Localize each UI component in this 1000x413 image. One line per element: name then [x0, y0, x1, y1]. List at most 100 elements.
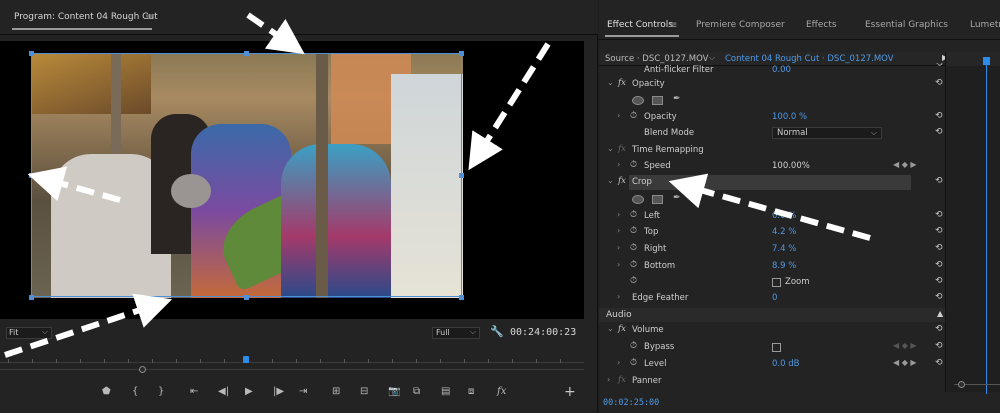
resize-handle[interactable] [459, 173, 464, 178]
resize-handle[interactable] [29, 295, 34, 300]
chevron-right-icon[interactable]: › [617, 111, 620, 120]
reset-icon[interactable]: ⟲ [935, 276, 943, 286]
tab-effect-controls[interactable]: Effect Controls [607, 20, 673, 30]
video-viewer[interactable] [0, 41, 584, 319]
reset-icon[interactable]: ⟲ [935, 176, 943, 186]
reset-icon[interactable]: ⟲ [935, 358, 943, 368]
zoom-scroll-handle[interactable] [958, 381, 965, 388]
reset-icon[interactable]: ⟲ [935, 78, 943, 88]
chevron-right-icon[interactable]: › [617, 226, 620, 235]
resize-handle[interactable] [459, 295, 464, 300]
pen-mask-icon[interactable]: ✒ [673, 193, 681, 203]
stopwatch-icon[interactable]: ⏱ [630, 358, 637, 368]
mark-out-button[interactable]: } [158, 386, 164, 397]
stopwatch-icon[interactable]: ⏱ [630, 260, 637, 270]
tab-effects[interactable]: Effects [806, 20, 837, 30]
opacity-value[interactable]: 100.0 % [772, 112, 807, 122]
stopwatch-icon[interactable]: ⏱ [630, 111, 637, 121]
program-time-ruler[interactable] [0, 356, 584, 373]
reset-icon[interactable]: ⟲ [935, 63, 943, 69]
crop-right-value[interactable]: 7.4 % [772, 244, 796, 254]
rect-mask-icon[interactable] [652, 195, 663, 204]
rect-mask-icon[interactable] [652, 96, 663, 105]
go-to-in-button[interactable]: ⇤ [190, 386, 198, 397]
chevron-down-icon[interactable]: ⌵ [709, 53, 715, 63]
fx-icon[interactable]: fx [618, 176, 626, 186]
program-timecode[interactable]: 00:24:00:23 [510, 327, 576, 338]
tab-essential-graphics[interactable]: Essential Graphics [865, 20, 948, 30]
resize-handle[interactable] [29, 173, 34, 178]
fx-icon[interactable]: fx [618, 144, 626, 154]
ellipse-mask-icon[interactable] [632, 195, 644, 204]
chevron-right-icon[interactable]: › [607, 375, 610, 384]
chevron-right-icon[interactable]: › [617, 243, 620, 252]
collapse-up-icon[interactable]: ▲ [937, 309, 943, 318]
reset-icon[interactable]: ⟲ [935, 210, 943, 220]
blend-mode-select[interactable]: Normal ⌵ [772, 127, 882, 139]
transform-bounding-box[interactable] [31, 53, 462, 297]
reset-icon[interactable]: ⟲ [935, 292, 943, 302]
fx-icon[interactable]: fx [618, 375, 626, 385]
fx-toggle-button[interactable]: fx [497, 386, 506, 397]
crop-bottom-value[interactable]: 8.9 % [772, 261, 796, 271]
keyframe-icon[interactable]: ◀ ◆ ▶ [893, 358, 917, 367]
chevron-right-icon[interactable]: › [617, 260, 620, 269]
program-tab[interactable]: Program: Content 04 Rough Cut [14, 12, 158, 22]
zoom-level-select[interactable]: Fit ⌵ [6, 327, 52, 339]
resize-handle[interactable] [29, 51, 34, 56]
chevron-right-icon[interactable]: › [617, 292, 620, 301]
bypass-checkbox[interactable] [772, 343, 781, 352]
insert-button[interactable]: ⧉ [413, 386, 420, 397]
zoom-scroll-handle[interactable] [139, 366, 146, 373]
mini-time-ruler[interactable] [946, 52, 1000, 66]
resize-handle[interactable] [244, 295, 249, 300]
effect-volume-header[interactable]: ⌄ fx Volume ⟲ [599, 323, 945, 339]
compare-button[interactable]: ⧈ [468, 386, 474, 397]
overwrite-button[interactable]: ▤ [441, 386, 450, 397]
mark-in-button[interactable]: { [132, 386, 138, 397]
pen-mask-icon[interactable]: ✒ [673, 94, 681, 104]
effect-time-remapping-header[interactable]: ⌄ fx Time Remapping [599, 143, 945, 159]
ellipse-mask-icon[interactable] [632, 96, 644, 105]
wrench-icon[interactable]: 🔧 [490, 325, 504, 338]
stopwatch-icon[interactable]: ⏱ [630, 210, 637, 220]
play-button[interactable]: ▶ [245, 386, 253, 397]
step-forward-button[interactable]: |▶ [273, 386, 284, 397]
chevron-down-icon[interactable]: ⌄ [607, 324, 614, 333]
lift-button[interactable]: ⊞ [332, 386, 340, 397]
property-value[interactable]: 0.00 [772, 65, 791, 73]
chevron-right-icon[interactable]: › [617, 160, 620, 169]
speed-value[interactable]: 100.00% [772, 161, 810, 171]
reset-icon[interactable]: ⟲ [935, 341, 943, 351]
crop-left-value[interactable]: 0.0 % [772, 211, 796, 221]
edge-feather-value[interactable]: 0 [772, 293, 777, 303]
effect-opacity-header[interactable]: ⌄ fx Opacity ⟲ [599, 77, 945, 93]
stopwatch-icon[interactable]: ⏱ [630, 276, 637, 286]
effect-timeline-strip[interactable] [945, 52, 1000, 394]
fx-icon[interactable]: fx [618, 78, 626, 88]
stopwatch-icon[interactable]: ⏱ [630, 243, 637, 253]
stopwatch-icon[interactable]: ⏱ [630, 226, 637, 236]
extract-button[interactable]: ⊟ [360, 386, 368, 397]
reset-icon[interactable]: ⟲ [935, 243, 943, 253]
menu-icon[interactable]: ≡ [145, 12, 153, 23]
step-back-button[interactable]: ◀| [218, 386, 229, 397]
resize-handle[interactable] [459, 51, 464, 56]
effect-crop-header[interactable]: ⌄ fx Crop ⟲ [599, 175, 945, 191]
resize-handle[interactable] [244, 51, 249, 56]
zoom-checkbox[interactable] [772, 278, 781, 287]
chevron-down-icon[interactable]: ⌄ [607, 176, 614, 185]
level-value[interactable]: 0.0 dB [772, 359, 799, 369]
effect-panner-header[interactable]: › fx Panner [599, 374, 945, 390]
stopwatch-icon[interactable]: ⏱ [630, 341, 637, 351]
reset-icon[interactable]: ⟲ [935, 260, 943, 270]
chevron-right-icon[interactable]: › [617, 358, 620, 367]
chevron-down-icon[interactable]: ⌄ [607, 78, 614, 87]
reset-icon[interactable]: ⟲ [935, 127, 943, 137]
go-to-out-button[interactable]: ⇥ [299, 386, 307, 397]
reset-icon[interactable]: ⟲ [935, 226, 943, 236]
fx-icon[interactable]: fx [618, 324, 626, 334]
tab-premiere-composer[interactable]: Premiere Composer [696, 20, 785, 30]
add-button-icon[interactable]: + [564, 384, 576, 400]
chevron-right-icon[interactable]: › [617, 210, 620, 219]
